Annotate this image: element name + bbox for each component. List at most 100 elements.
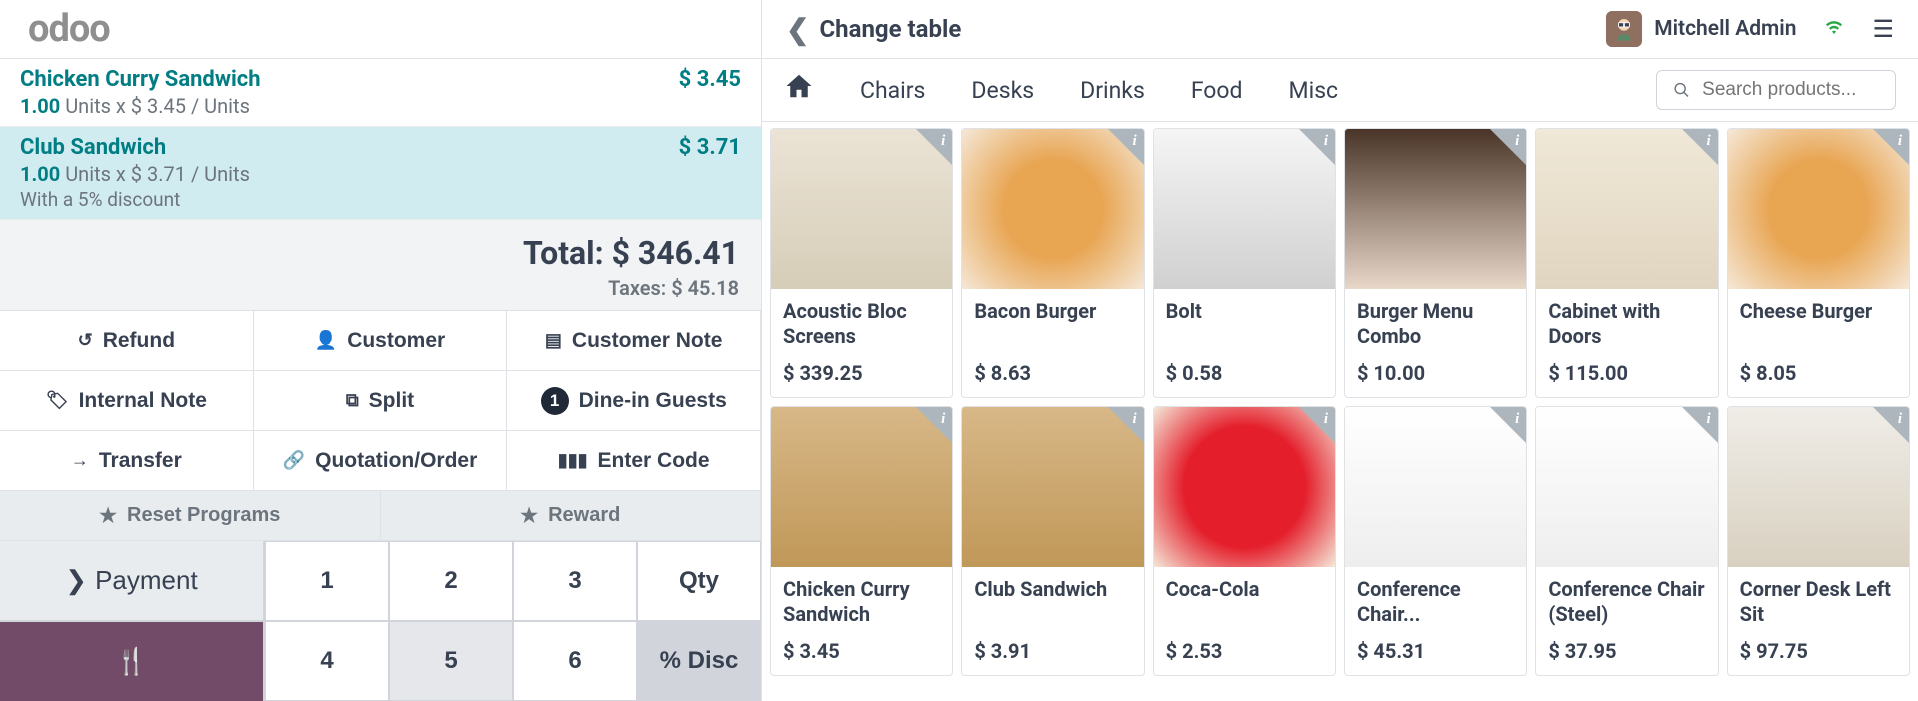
guests-label: Dine-in Guests [579,389,727,413]
internal-note-button[interactable]: 🏷Internal Note [0,371,254,431]
product-image: i [1154,407,1335,567]
home-icon[interactable] [784,71,814,109]
quotation-button[interactable]: 🔗Quotation/Order [254,431,508,491]
line-price: $ 3.71 [679,135,741,160]
guests-button[interactable]: 1 Dine-in Guests [507,371,761,431]
info-icon[interactable]: i [1898,411,1902,428]
refund-button[interactable]: ↺Refund [0,311,254,371]
product-image: i [1345,407,1526,567]
info-icon[interactable]: i [1324,411,1328,428]
product-price: $ 10.00 [1357,361,1514,385]
product-card[interactable]: iBolt$ 0.58 [1153,128,1336,398]
order-line[interactable]: Chicken Curry Sandwich$ 3.451.00 Units x… [0,59,761,127]
category-tab[interactable]: Desks [971,77,1034,104]
taxes-amount: Taxes: $ 45.18 [22,276,739,300]
product-price: $ 2.53 [1166,639,1323,663]
info-icon[interactable]: i [1515,133,1519,150]
info-icon[interactable]: i [1324,133,1328,150]
product-card[interactable]: i Coca-Cola $ 2.53 [1153,406,1336,676]
product-card[interactable]: i Chicken Curry Sandwich $ 3.45 [770,406,953,676]
numpad-2[interactable]: 2 [389,541,513,621]
star-icon: ★ [99,503,117,528]
info-icon[interactable]: i [1132,411,1136,428]
order-lines-list: Chicken Curry Sandwich$ 3.451.00 Units x… [0,58,761,220]
avatar [1606,11,1642,47]
customer-button[interactable]: 👤Customer [254,311,508,371]
product-image: i [1536,407,1717,567]
search-input[interactable] [1702,79,1879,101]
product-price: $ 97.75 [1740,639,1897,663]
guests-count-badge: 1 [541,387,569,415]
transfer-button[interactable]: →Transfer [0,431,254,491]
product-price: $ 8.63 [974,361,1131,385]
product-image: i [1536,129,1717,289]
category-tab[interactable]: Misc [1289,77,1339,104]
numpad-disc-mode[interactable]: % Disc [637,621,761,701]
numpad-6[interactable]: 6 [513,621,637,701]
product-name: Cheese Burger [1740,299,1897,349]
info-icon[interactable]: i [941,411,945,428]
order-line[interactable]: Club Sandwich$ 3.711.00 Units x $ 3.71 /… [0,127,761,220]
product-name: Cabinet with Doors [1548,299,1705,349]
numpad-1[interactable]: 1 [265,541,389,621]
info-icon[interactable]: i [941,133,945,150]
info-icon[interactable]: i [1898,133,1902,150]
user-menu[interactable]: Mitchell Admin [1606,11,1796,47]
transfer-label: Transfer [99,449,182,473]
product-price: $ 45.31 [1357,639,1514,663]
product-card[interactable]: i Acoustic Bloc Screens $ 339.25 [770,128,953,398]
numpad-qty-mode[interactable]: Qty [637,541,761,621]
info-icon[interactable]: i [1515,411,1519,428]
numpad-4[interactable]: 4 [265,621,389,701]
payment-button[interactable]: ❯Payment [0,541,265,622]
reward-label: Reward [548,504,620,527]
split-button[interactable]: ⧉Split [254,371,508,431]
refund-label: Refund [103,329,175,353]
product-card[interactable]: iBurger Menu Combo$ 10.00 [1344,128,1527,398]
reset-programs-button[interactable]: ★Reset Programs [0,491,381,541]
kitchen-order-button[interactable]: 🍴 [0,622,265,701]
product-price: $ 339.25 [783,361,940,385]
wifi-icon [1822,14,1846,44]
product-card[interactable]: i Conference Chair... $ 45.31 [1344,406,1527,676]
cutlery-icon: 🍴 [115,646,147,677]
info-icon[interactable]: i [1706,411,1710,428]
line-qty: 1.00 [20,94,60,118]
product-name: Acoustic Bloc Screens [783,299,940,349]
category-tab[interactable]: Chairs [860,77,925,104]
numpad-3[interactable]: 3 [513,541,637,621]
product-name: Conference Chair... [1357,577,1514,627]
info-icon[interactable]: i [1132,133,1136,150]
product-image: i [1345,129,1526,289]
product-name: Corner Desk Left Sit [1740,577,1897,627]
product-card[interactable]: iClub Sandwich$ 3.91 [961,406,1144,676]
category-tab[interactable]: Food [1191,77,1243,104]
product-card[interactable]: iCabinet with Doors$ 115.00 [1535,128,1718,398]
info-icon[interactable]: i [1706,133,1710,150]
product-image: i [771,129,952,289]
product-card[interactable]: iBacon Burger$ 8.63 [961,128,1144,398]
product-card[interactable]: iConference Chair (Steel)$ 37.95 [1535,406,1718,676]
change-table-button[interactable]: ❮ Change table [786,13,961,46]
split-icon: ⧉ [346,390,359,411]
product-name: Coca-Cola [1166,577,1323,627]
person-icon: 👤 [315,330,337,351]
product-price: $ 3.45 [783,639,940,663]
enter-code-button[interactable]: ▮▮▮Enter Code [507,431,761,491]
enter-code-label: Enter Code [598,449,710,473]
search-box[interactable] [1656,70,1896,110]
product-card[interactable]: iCheese Burger$ 8.05 [1727,128,1910,398]
product-image: i [771,407,952,567]
quotation-label: Quotation/Order [315,449,477,473]
reward-button[interactable]: ★Reward [381,491,762,541]
numpad-5[interactable]: 5 [389,621,513,701]
payment-label: Payment [95,565,198,596]
product-name: Conference Chair (Steel) [1548,577,1705,627]
customer-note-button[interactable]: ▤Customer Note [507,311,761,371]
product-card[interactable]: i Corner Desk Left Sit $ 97.75 [1727,406,1910,676]
total-amount: Total: $ 346.41 [22,234,739,272]
hamburger-menu-icon[interactable]: ☰ [1872,15,1894,43]
category-tab[interactable]: Drinks [1080,77,1145,104]
product-name: Chicken Curry Sandwich [783,577,940,627]
line-name: Club Sandwich [20,135,166,160]
